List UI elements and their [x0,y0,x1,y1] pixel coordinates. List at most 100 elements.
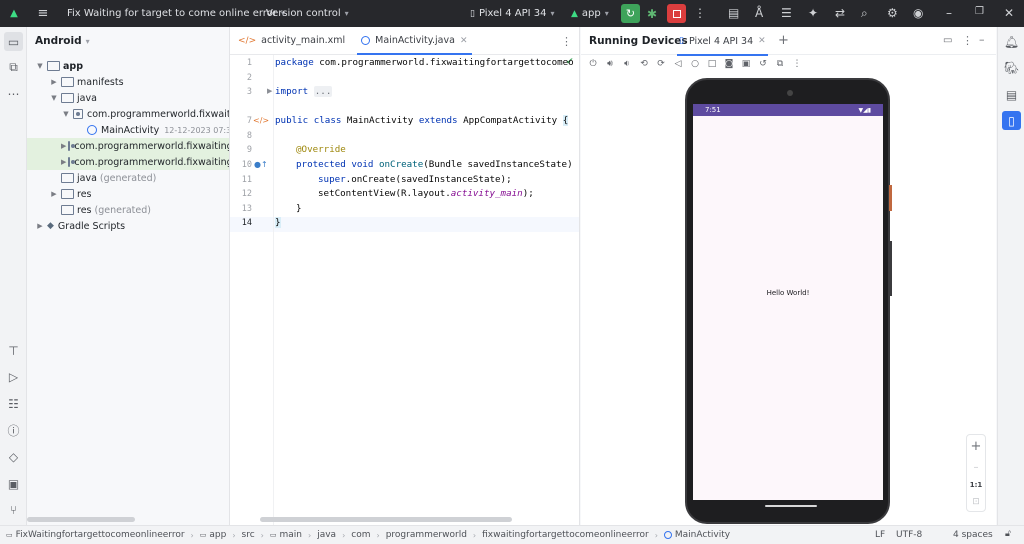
rotate-right-icon[interactable]: ⟳ [655,58,667,70]
breadcrumb-mainactivity[interactable]: MainActivity [663,530,730,540]
breadcrumb-project[interactable]: ▭ FixWaitingfortargettocomeonlineerror [6,530,185,540]
stop-button[interactable] [667,4,686,23]
tree-item-package[interactable]: ▼ com.programmerworld.fixwaitingfc [61,106,229,122]
screenshot-icon[interactable]: ◙ [723,58,735,70]
lock-icon[interactable]: 🔓︎ [1005,529,1011,539]
tree-item-package-test[interactable]: ▶ com.programmerworld.fixwaitingfc [27,138,229,154]
expand-arrow-icon[interactable]: ▼ [49,94,59,102]
close-window-icon[interactable]: ✕ [1004,6,1014,20]
snapshot-icon[interactable]: ↺ [757,58,769,70]
problems-icon[interactable]: ⓘ [4,421,23,440]
tab-activity-main-xml[interactable]: </> activity_main.xml [230,27,353,54]
emulator-screen[interactable]: Hello World! [693,104,883,500]
notifications-icon[interactable]: 🔔︎ [1002,32,1021,51]
debug-icon[interactable]: ✱ [647,7,657,21]
resource-manager-icon[interactable]: ⧉ [4,58,23,77]
zoom-fit-icon[interactable]: ⊡ [972,497,980,507]
volume-up-icon[interactable]: 🔊︎ [604,58,616,70]
tree-item-java[interactable]: ▼ java [49,90,97,106]
code-editor[interactable]: </> activity_main.xml MainActivity.java … [230,27,580,525]
rerun-button[interactable]: ↻ [621,4,640,23]
sdk-manager-icon[interactable]: ☰ [781,6,792,20]
volume-down-icon[interactable]: 🔉︎ [621,58,633,70]
project-folder-icon[interactable]: ▭ [4,32,23,51]
breadcrumb-main[interactable]: ▭ main [270,530,302,540]
device-manager-icon[interactable]: ▤ [728,6,739,20]
terminal-icon[interactable]: ▣ [4,474,23,493]
close-tab-icon[interactable]: ✕ [758,36,766,46]
zoom-in-icon[interactable]: + [971,439,982,454]
editor-tabs-menu-icon[interactable]: ⋮ [561,35,572,48]
version-control-icon[interactable]: ⑂ [4,500,23,519]
restore-window-icon[interactable]: ❐ [975,6,984,17]
gradle-tool-icon[interactable]: 🐘︎ [1002,58,1021,77]
version-control-dropdown[interactable]: Version control ▾ [266,8,349,19]
extended-controls-icon[interactable]: ⧉ [774,58,786,70]
breadcrumb-java[interactable]: java [317,530,336,540]
close-tab-icon[interactable]: ✕ [460,36,468,46]
code-with-me-icon[interactable]: ⇄ [835,6,845,20]
tree-item-res-generated[interactable]: res (generated) [49,202,151,218]
more-actions-icon[interactable]: ⋮ [694,6,706,20]
breadcrumb-programmerworld[interactable]: programmerworld [386,530,467,540]
tree-item-mainactivity[interactable]: MainActivity 12-12-2023 07:35, 30 [85,122,229,138]
account-icon[interactable]: ◉ [913,6,923,20]
related-xml-gutter-icon[interactable]: </> [253,116,269,125]
options-menu-icon[interactable]: ⋮ [962,34,973,47]
add-device-icon[interactable]: + [778,33,789,48]
running-devices-icon[interactable]: ▯ [1002,111,1021,130]
collapse-arrow-icon[interactable]: ▶ [61,158,66,166]
main-menu-icon[interactable]: ≡ [36,6,50,21]
project-title-dropdown[interactable]: Fix Waiting for target to come online er… [67,8,285,19]
collapse-arrow-icon[interactable]: ▶ [49,190,59,198]
search-icon[interactable]: ⌕ [861,6,868,21]
expand-arrow-icon[interactable]: ▼ [61,110,71,118]
zoom-out-icon[interactable]: – [974,462,979,473]
zoom-actual-size[interactable]: 1:1 [970,481,983,489]
project-view-selector[interactable]: Android ▾ [27,27,229,55]
collapse-arrow-icon[interactable]: ▶ [61,142,66,150]
expand-arrow-icon[interactable]: ▼ [35,62,45,70]
build-icon[interactable]: ⊤ [4,341,23,360]
folded-imports[interactable]: ... [313,86,333,97]
rotate-left-icon[interactable]: ⟲ [638,58,650,70]
tab-mainactivity-java[interactable]: MainActivity.java ✕ [353,27,475,55]
breadcrumb-app[interactable]: ▭ app [200,530,227,540]
tree-item-app[interactable]: ▼ app [35,58,83,74]
screen-record-icon[interactable]: ▣ [740,58,752,70]
breadcrumb-com[interactable]: com [351,530,370,540]
tree-item-package-androidtest[interactable]: ▶ com.programmerworld.fixwaitingfc [27,154,229,170]
more-icon[interactable]: ⋮ [791,58,803,70]
power-icon[interactable]: ⏻ [587,58,599,70]
device-tab[interactable]: ▯ Pixel 4 API 34 ✕ [677,27,768,56]
tree-item-gradle-scripts[interactable]: ▶ ◆ Gradle Scripts [35,218,125,234]
back-icon[interactable]: ◁ [672,58,684,70]
layout-icon[interactable]: ▭ [943,35,952,46]
tree-item-res[interactable]: ▶ res [49,186,91,202]
tree-item-java-generated[interactable]: java (generated) [49,170,156,186]
collapse-arrow-icon[interactable]: ▶ [35,222,45,230]
app-quality-insights-icon[interactable]: ◇ [4,447,23,466]
overview-icon[interactable]: □ [706,58,718,70]
minimize-icon[interactable]: – [946,6,952,20]
settings-gear-icon[interactable]: ⚙ [887,6,898,20]
logcat-icon[interactable]: ☷ [4,394,23,413]
plugins-icon[interactable]: ✦ [808,6,818,20]
device-selector[interactable]: ▯ Pixel 4 API 34 ▾ [470,8,555,19]
encoding-indicator[interactable]: UTF-8 [896,530,922,540]
more-tools-icon[interactable]: ⋯ [4,84,23,103]
horizontal-scrollbar[interactable] [27,517,135,522]
fold-arrow-icon[interactable]: ▶ [267,87,272,95]
translate-icon[interactable]: Å [755,6,763,20]
breadcrumb-package[interactable]: fixwaitingfortargettocomeonlineerror [482,530,649,540]
run-icon[interactable]: ▷ [4,367,23,386]
line-separator-indicator[interactable]: LF [875,530,885,540]
override-gutter-icon[interactable]: ●↑ [254,160,268,169]
tree-item-manifests[interactable]: ▶ manifests [49,74,123,90]
horizontal-scrollbar[interactable] [260,517,512,522]
collapse-arrow-icon[interactable]: ▶ [49,78,59,86]
breadcrumb-src[interactable]: src [242,530,255,540]
home-icon[interactable]: ○ [689,58,701,70]
run-config-selector[interactable]: ▲ app ▾ [571,8,609,19]
hide-panel-icon[interactable]: – [979,33,985,46]
